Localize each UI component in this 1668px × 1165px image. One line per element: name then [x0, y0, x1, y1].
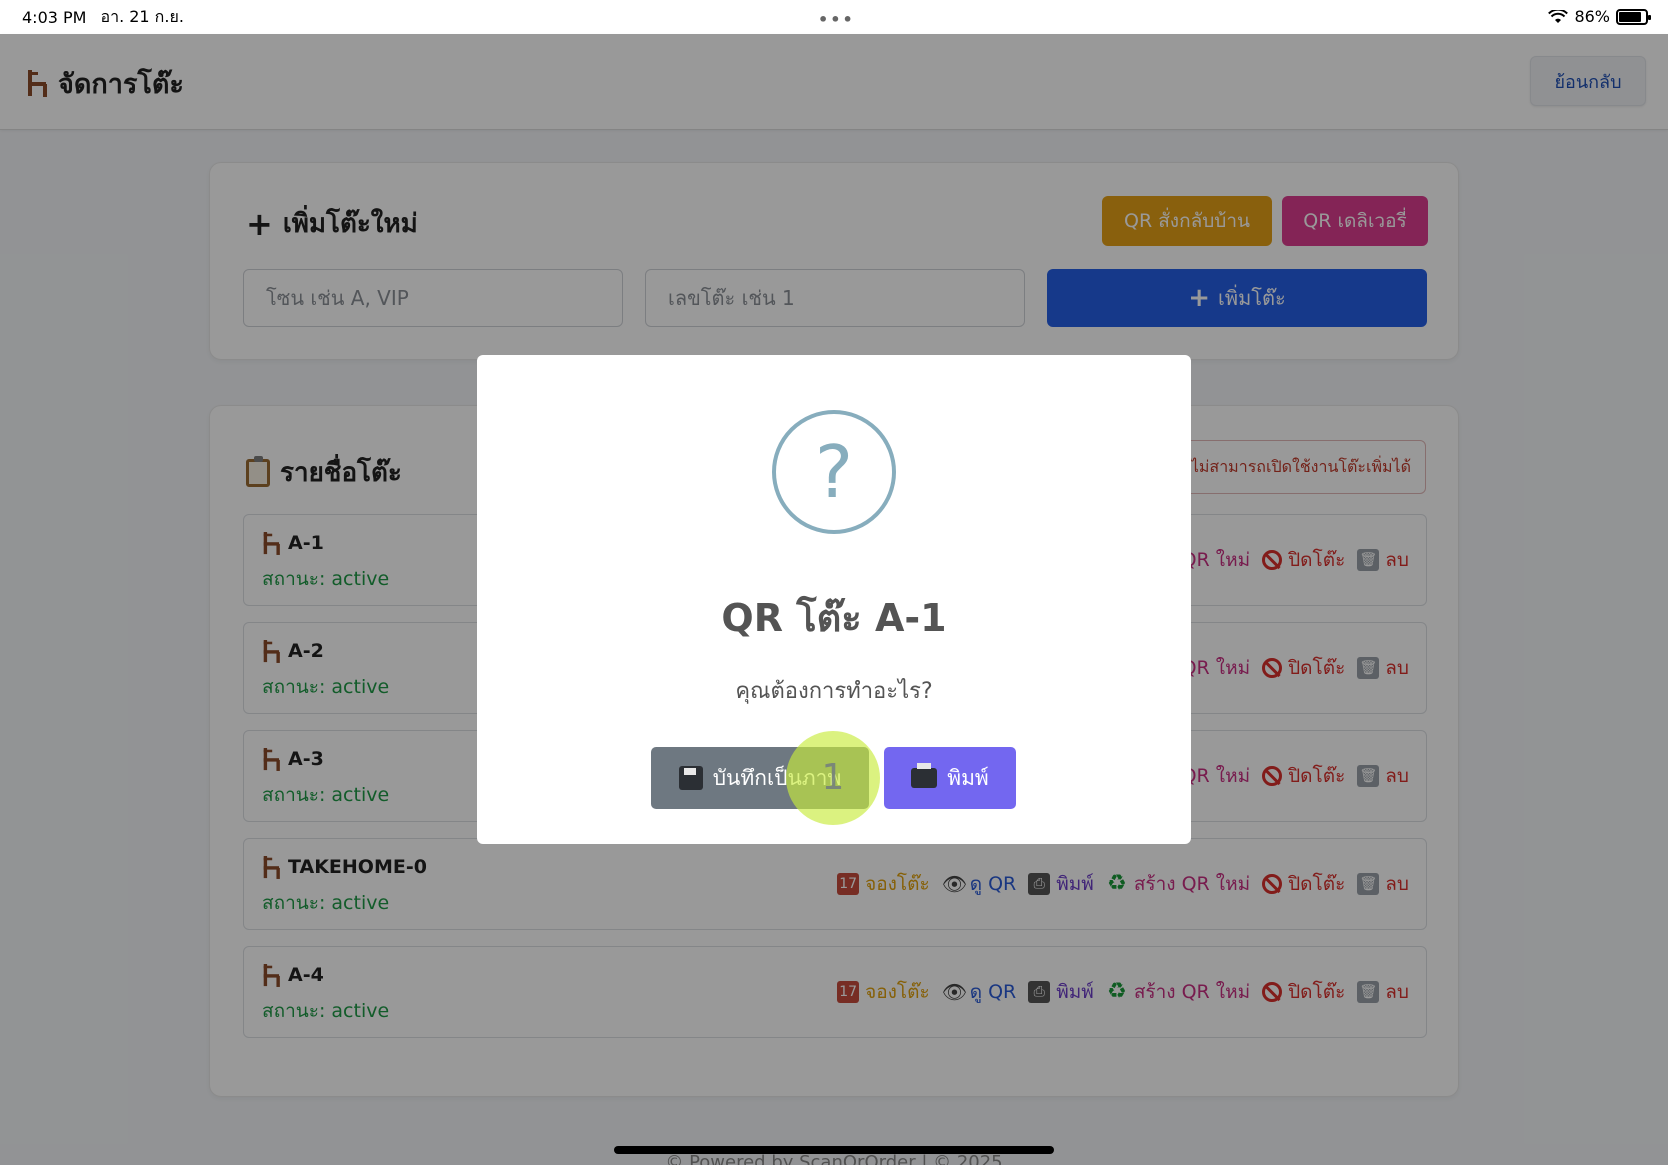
home-indicator[interactable]	[614, 1146, 1054, 1154]
wifi-icon	[1548, 9, 1569, 23]
touch-indicator: 1	[786, 731, 880, 825]
battery-percent: 86%	[1574, 7, 1610, 26]
printer-icon	[911, 763, 938, 788]
question-icon: ?	[772, 410, 896, 534]
print-label: พิมพ์	[947, 765, 989, 790]
status-date: อา. 21 ก.ย.	[100, 6, 184, 26]
multitasking-dots-icon[interactable]: •••	[818, 10, 855, 29]
status-right: 86%	[1548, 7, 1651, 26]
ios-status-bar: 4:03 PM อา. 21 ก.ย. ••• 86%	[0, 0, 1668, 34]
floppy-disk-icon	[678, 766, 703, 790]
battery-icon	[1616, 8, 1651, 25]
status-time: 4:03 PM	[22, 7, 87, 27]
dialog-title: QR โต๊ะ A-1	[721, 596, 947, 640]
print-button[interactable]: พิมพ์	[884, 747, 1016, 809]
qr-action-dialog: ? QR โต๊ะ A-1 คุณต้องการทำอะไร? บันทึกเป…	[477, 355, 1191, 844]
dialog-text: คุณต้องการทำอะไร?	[735, 679, 933, 704]
